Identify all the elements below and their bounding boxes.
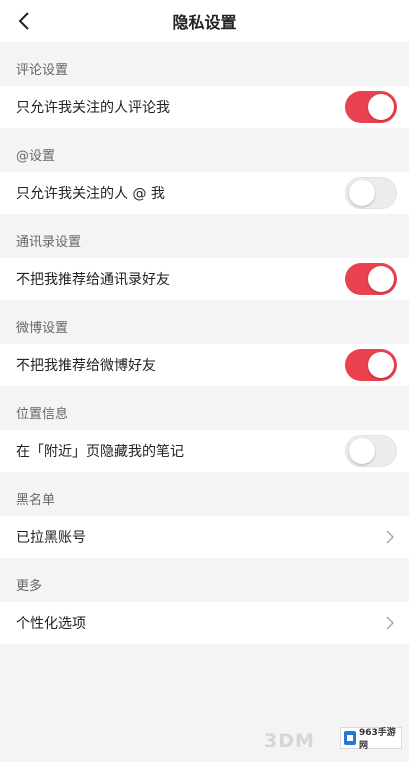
contacts-toggle[interactable] xyxy=(345,263,397,295)
section-label-comment: 评论设置 xyxy=(16,63,69,78)
section-label-more: 更多 xyxy=(16,579,43,594)
setting-row-weibo: 不把我推荐给微博好友 xyxy=(0,344,409,386)
setting-row-comment: 只允许我关注的人评论我 xyxy=(0,86,409,128)
comment-toggle[interactable] xyxy=(345,91,397,123)
section-label-blacklist: 黑名单 xyxy=(16,493,56,508)
section-label-contacts: 通讯录设置 xyxy=(16,235,82,250)
section-label-location: 位置信息 xyxy=(16,407,69,422)
setting-row-personalization[interactable]: 个性化选项 xyxy=(0,602,409,644)
chevron-right-icon xyxy=(383,616,397,630)
watermark-963: 963手游网 xyxy=(340,727,402,751)
navigation-bar: 隐私设置 xyxy=(0,0,409,42)
watermark-logo-icon xyxy=(344,731,356,745)
watermark-text: 963手游网 xyxy=(358,728,396,751)
toggle-knob xyxy=(349,438,375,464)
weibo-toggle[interactable] xyxy=(345,349,397,381)
chevron-right-icon xyxy=(383,530,397,544)
watermark-3dm: 3DM xyxy=(264,730,315,752)
chevron-left-icon xyxy=(18,12,29,30)
setting-row-contacts: 不把我推荐给通讯录好友 xyxy=(0,258,409,300)
toggle-knob xyxy=(368,94,394,120)
setting-label: 已拉黑账号 xyxy=(16,530,86,546)
toggle-knob xyxy=(368,266,394,292)
mention-toggle[interactable] xyxy=(345,177,397,209)
setting-label: 在「附近」页隐藏我的笔记 xyxy=(16,444,184,460)
toggle-knob xyxy=(349,180,375,206)
setting-label: 不把我推荐给通讯录好友 xyxy=(16,272,170,288)
setting-label: 个性化选项 xyxy=(16,616,86,632)
setting-label: 只允许我关注的人 @ 我 xyxy=(16,186,165,202)
page-title: 隐私设置 xyxy=(172,13,237,32)
section-label-weibo: 微博设置 xyxy=(16,321,69,336)
back-button[interactable] xyxy=(12,8,36,34)
setting-label: 只允许我关注的人评论我 xyxy=(16,100,170,116)
setting-row-blacklist[interactable]: 已拉黑账号 xyxy=(0,516,409,558)
setting-row-location: 在「附近」页隐藏我的笔记 xyxy=(0,430,409,472)
toggle-knob xyxy=(368,352,394,378)
setting-row-mention: 只允许我关注的人 @ 我 xyxy=(0,172,409,214)
location-toggle[interactable] xyxy=(345,435,397,467)
section-label-mention: @设置 xyxy=(16,149,56,164)
setting-label: 不把我推荐给微博好友 xyxy=(16,358,156,374)
